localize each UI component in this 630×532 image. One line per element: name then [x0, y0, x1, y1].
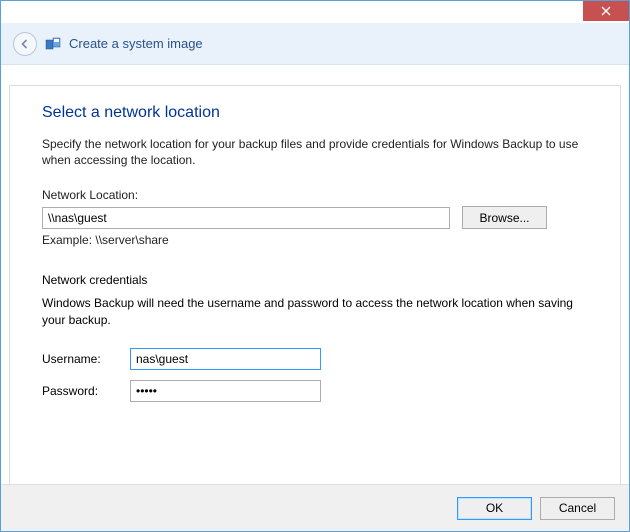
arrow-left-icon	[20, 39, 30, 49]
browse-button[interactable]: Browse...	[462, 206, 547, 229]
page-heading: Select a network location	[42, 104, 588, 122]
cancel-button[interactable]: Cancel	[540, 497, 615, 520]
content-panel: Select a network location Specify the ne…	[9, 85, 621, 490]
dialog-window: Create a system image Select a network l…	[0, 0, 630, 532]
credentials-heading: Network credentials	[42, 273, 588, 287]
page-description: Specify the network location for your ba…	[42, 136, 588, 168]
password-input[interactable]	[130, 380, 321, 402]
credentials-description: Windows Backup will need the username an…	[42, 295, 588, 327]
close-icon	[601, 6, 611, 16]
system-image-icon	[45, 36, 61, 52]
username-input[interactable]	[130, 348, 321, 370]
back-button[interactable]	[13, 32, 37, 56]
dialog-footer: OK Cancel	[1, 484, 629, 531]
example-text: Example: \\server\share	[42, 233, 588, 247]
network-location-label: Network Location:	[42, 188, 588, 202]
titlebar	[1, 1, 629, 23]
ok-button[interactable]: OK	[457, 497, 532, 520]
wizard-header: Create a system image	[1, 23, 629, 65]
network-location-input[interactable]	[42, 207, 450, 229]
close-button[interactable]	[583, 1, 629, 21]
wizard-title: Create a system image	[69, 36, 203, 51]
username-label: Username:	[42, 352, 130, 366]
password-label: Password:	[42, 384, 130, 398]
content-area: Select a network location Specify the ne…	[1, 65, 629, 490]
